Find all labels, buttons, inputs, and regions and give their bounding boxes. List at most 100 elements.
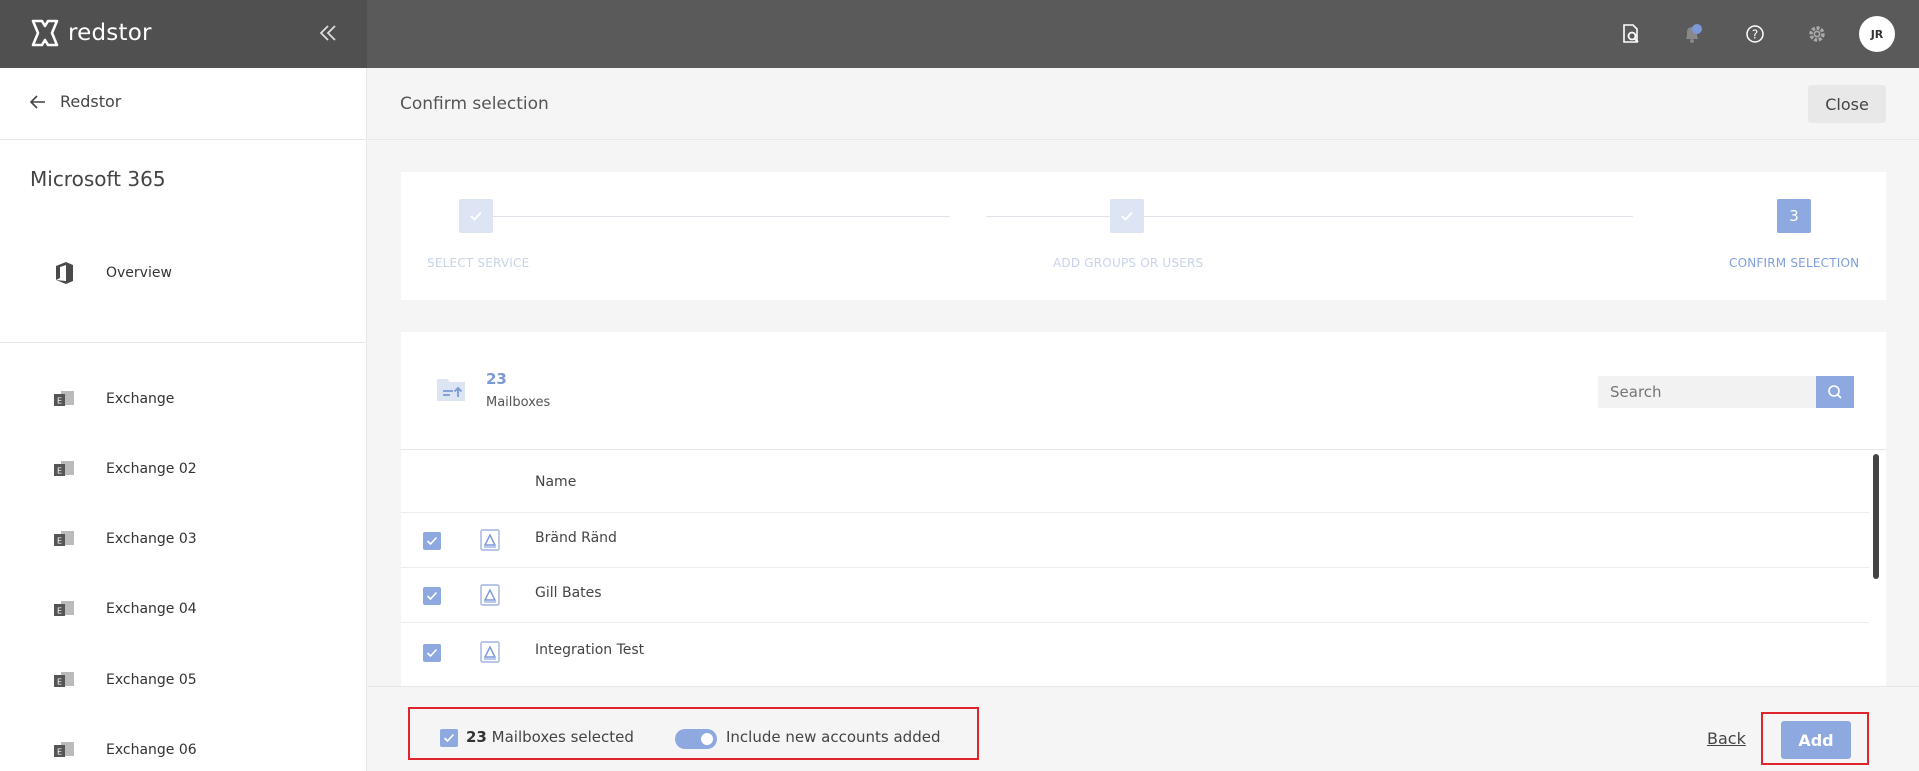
row-name: Integration Test — [535, 642, 645, 658]
redstor-logo-icon — [31, 19, 59, 47]
search-icon — [1828, 385, 1842, 399]
double-chevron-left-icon — [319, 25, 336, 41]
brand-name: redstor — [68, 20, 152, 46]
search-doc-icon — [1623, 24, 1639, 43]
check-icon — [1121, 211, 1133, 221]
sidebar-item-label: Exchange 06 — [106, 742, 197, 758]
sidebar-item-exchange-04[interactable]: E Exchange 04 — [52, 597, 197, 621]
mailbox-count: 23 — [486, 370, 507, 388]
back-label: Redstor — [60, 92, 122, 111]
exchange-icon: E — [52, 668, 76, 692]
sidebar: Redstor Microsoft 365 Overview E Exchang… — [0, 68, 367, 771]
row-checkbox[interactable] — [423, 587, 441, 605]
mailbox-icon — [480, 641, 500, 663]
row-name: Gill Bates — [535, 585, 602, 601]
close-button[interactable]: Close — [1808, 85, 1886, 123]
check-icon — [470, 211, 482, 221]
sidebar-item-exchange-02[interactable]: E Exchange 02 — [52, 457, 197, 481]
brand-area: redstor — [0, 0, 367, 68]
step-connector — [986, 216, 1633, 217]
sidebar-title: Microsoft 365 — [30, 167, 166, 191]
exchange-icon: E — [52, 597, 76, 621]
selected-label: Mailboxes selected — [491, 728, 634, 746]
help-button[interactable]: ? — [1735, 14, 1775, 54]
back-to-redstor-link[interactable]: Redstor — [30, 92, 121, 111]
step-2-done — [1110, 199, 1144, 233]
step-connector — [462, 216, 950, 217]
table-divider — [401, 449, 1886, 450]
svg-text:E: E — [57, 748, 62, 757]
exchange-icon: E — [52, 738, 76, 762]
notifications-button[interactable] — [1673, 14, 1713, 54]
exchange-icon: E — [52, 457, 76, 481]
search-box — [1598, 376, 1854, 408]
bell-icon — [1686, 24, 1702, 43]
avatar[interactable]: JR — [1859, 16, 1895, 52]
sidebar-divider — [0, 139, 367, 140]
svg-text:?: ? — [1752, 28, 1758, 42]
include-new-accounts-label: Include new accounts added — [726, 728, 941, 746]
top-icons: ? JR — [1589, 14, 1895, 54]
mailbox-count-label: Mailboxes — [486, 395, 551, 410]
svg-text:E: E — [57, 678, 62, 687]
include-new-accounts-toggle[interactable] — [675, 729, 717, 749]
selected-count: 23 — [466, 728, 487, 746]
step-3-active: 3 — [1777, 199, 1811, 233]
exchange-icon: E — [52, 527, 76, 551]
sidebar-item-label: Overview — [106, 265, 172, 281]
footer-bar: 23 Mailboxes selected Include new accoun… — [368, 686, 1919, 771]
check-icon — [443, 733, 455, 743]
add-button[interactable]: Add — [1781, 721, 1851, 759]
check-icon — [426, 536, 438, 546]
sidebar-item-label: Exchange 03 — [106, 531, 197, 547]
search-button[interactable] — [1816, 376, 1854, 408]
settings-button[interactable] — [1797, 14, 1837, 54]
mailbox-icon — [480, 584, 500, 606]
page-title: Confirm selection — [400, 94, 549, 114]
sidebar-item-label: Exchange 05 — [106, 672, 197, 688]
sidebar-item-exchange-06[interactable]: E Exchange 06 — [52, 738, 197, 762]
folder-upload-icon — [437, 379, 465, 401]
sidebar-item-exchange[interactable]: E Exchange — [52, 387, 174, 411]
brand-logo[interactable]: redstor — [30, 18, 152, 48]
sidebar-item-label: Exchange 04 — [106, 601, 197, 617]
toggle-knob — [701, 733, 713, 745]
sidebar-item-exchange-05[interactable]: E Exchange 05 — [52, 668, 197, 692]
sidebar-item-exchange-03[interactable]: E Exchange 03 — [52, 527, 197, 551]
svg-text:E: E — [57, 607, 62, 616]
selection-summary: 23 Mailboxes selected — [466, 728, 634, 746]
check-icon — [426, 648, 438, 658]
table-row[interactable]: Gill Bates — [401, 567, 1869, 623]
step-1-label: SELECT SERVICE — [427, 256, 530, 270]
step-2-label: ADD GROUPS OR USERS — [1053, 256, 1204, 270]
main-header: Confirm selection Close — [368, 68, 1919, 140]
svg-text:E: E — [57, 397, 62, 406]
row-name: Bränd Ränd — [535, 530, 617, 546]
step-1-done — [459, 199, 493, 233]
wizard-stepper: 3 SELECT SERVICE ADD GROUPS OR USERS CON… — [401, 172, 1886, 300]
search-doc-button[interactable] — [1611, 14, 1651, 54]
gear-icon — [1809, 26, 1825, 42]
arrow-left-icon — [30, 94, 45, 109]
check-icon — [426, 591, 438, 601]
select-all-checkbox[interactable] — [440, 729, 458, 747]
office-logo-icon — [52, 261, 76, 285]
column-header-name[interactable]: Name — [535, 474, 576, 490]
search-input[interactable] — [1598, 376, 1816, 408]
step-3-label: CONFIRM SELECTION — [1729, 256, 1860, 270]
table-row[interactable]: Integration Test — [401, 622, 1869, 678]
table-row[interactable]: Bränd Ränd — [401, 512, 1869, 568]
svg-text:E: E — [57, 467, 62, 476]
back-button[interactable]: Back — [1707, 729, 1746, 748]
sidebar-item-overview[interactable]: Overview — [52, 261, 172, 285]
row-checkbox[interactable] — [423, 644, 441, 662]
table-scrollbar[interactable] — [1873, 454, 1879, 579]
sidebar-item-label: Exchange 02 — [106, 461, 197, 477]
exchange-icon: E — [52, 387, 76, 411]
help-icon: ? — [1746, 25, 1764, 43]
row-checkbox[interactable] — [423, 532, 441, 550]
collapse-sidebar-button[interactable] — [313, 18, 343, 48]
sidebar-divider — [0, 342, 367, 343]
sidebar-item-label: Exchange — [106, 391, 175, 407]
top-bar: redstor ? JR — [0, 0, 1919, 68]
